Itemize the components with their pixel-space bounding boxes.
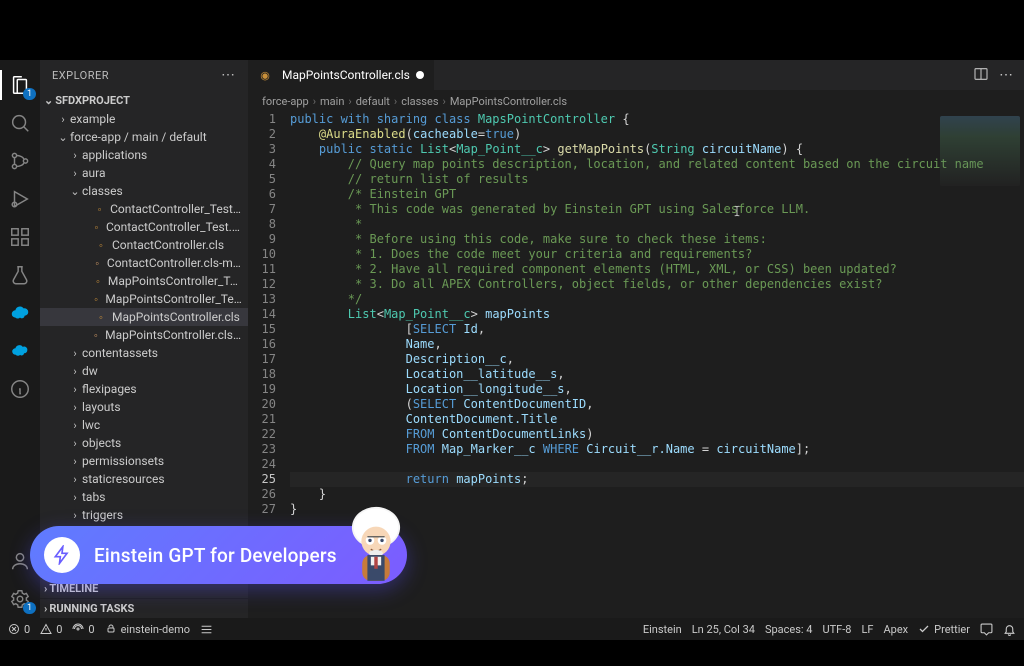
status-warnings[interactable]: 0: [40, 623, 62, 636]
status-einstein[interactable]: Einstein: [643, 623, 682, 636]
tree-file[interactable]: ◦MapPointsController.cls: [40, 308, 248, 326]
activity-testing-icon[interactable]: [0, 256, 40, 294]
tree-file[interactable]: ◦MapPointsController.cls-meta.xml: [40, 326, 248, 344]
tree-folder[interactable]: ⌄force-app / main / default: [40, 128, 248, 146]
breadcrumb-segment[interactable]: force-app: [262, 95, 309, 108]
status-errors[interactable]: 0: [8, 623, 30, 636]
tree-file[interactable]: ◦MapPointsController_Test.cls: [40, 272, 248, 290]
status-feedback-icon[interactable]: [980, 623, 993, 636]
split-editor-icon[interactable]: [973, 66, 989, 85]
tree-folder[interactable]: ›staticresources: [40, 470, 248, 488]
status-ports[interactable]: 0: [72, 623, 94, 636]
minimap[interactable]: [940, 116, 1020, 186]
settings-badge: 1: [23, 602, 36, 614]
sidebar-more-icon[interactable]: ⋯: [221, 67, 236, 83]
activity-info-icon[interactable]: [0, 370, 40, 408]
activity-run-debug-icon[interactable]: [0, 180, 40, 218]
status-indent[interactable]: Spaces: 4: [765, 623, 813, 636]
bolt-icon: [44, 537, 80, 573]
status-menu-icon[interactable]: [200, 623, 213, 636]
activity-explorer-icon[interactable]: 1: [0, 66, 40, 104]
tab-active[interactable]: ◉ MapPointsController.cls: [248, 60, 435, 90]
tree-file[interactable]: ◦ContactController.cls: [40, 236, 248, 254]
tree-folder[interactable]: ›example: [40, 110, 248, 128]
tree-folder[interactable]: ›layouts: [40, 398, 248, 416]
text-cursor-icon: [730, 204, 744, 218]
tree-folder[interactable]: ›contentassets: [40, 344, 248, 362]
tree-folder[interactable]: ›tabs: [40, 488, 248, 506]
activity-bar: 1: [0, 60, 40, 618]
activity-salesforce-icon[interactable]: [0, 294, 40, 332]
activity-search-icon[interactable]: [0, 104, 40, 142]
activity-extensions-icon[interactable]: [0, 218, 40, 256]
breadcrumb-segment[interactable]: default: [356, 95, 390, 108]
activity-settings-icon[interactable]: 1: [0, 580, 40, 618]
status-encoding[interactable]: UTF-8: [822, 623, 851, 636]
tree-folder[interactable]: ›objects: [40, 434, 248, 452]
file-tree: ›example⌄force-app / main / default›appl…: [40, 110, 248, 578]
tree-file[interactable]: ◦ContactController_Test.cls: [40, 200, 248, 218]
project-name: SFDXPROJECT: [55, 94, 130, 107]
tab-bar: ◉ MapPointsController.cls ⋯: [248, 60, 1024, 90]
sidebar-title: EXPLORER: [52, 69, 109, 82]
tree-folder[interactable]: ›dw: [40, 362, 248, 380]
status-language[interactable]: Apex: [884, 623, 909, 636]
tree-folder[interactable]: ›applications: [40, 146, 248, 164]
tree-folder[interactable]: ›permissionsets: [40, 452, 248, 470]
tree-file[interactable]: ◦ContactController.cls-meta.xml: [40, 254, 248, 272]
tree-file[interactable]: ◦ContactController_Test.cls-met…: [40, 218, 248, 236]
status-bar: 0 0 0 einstein-demo Einstein Ln 25, Col …: [0, 618, 1024, 640]
tab-label: MapPointsController.cls: [282, 68, 410, 82]
tree-folder[interactable]: ⌄classes: [40, 182, 248, 200]
breadcrumb-segment[interactable]: classes: [401, 95, 438, 108]
status-cursor-pos[interactable]: Ln 25, Col 34: [692, 623, 755, 636]
dirty-indicator-icon: [416, 71, 424, 79]
apex-file-icon: ◉: [258, 68, 272, 82]
breadcrumbs[interactable]: force-app › main › default › classes › M…: [248, 90, 1024, 112]
status-prettier[interactable]: Prettier: [918, 623, 970, 636]
activity-salesforce-cli-icon[interactable]: [0, 332, 40, 370]
tree-file[interactable]: ◦MapPointsController_Test.cls-m…: [40, 290, 248, 308]
running-tasks-section[interactable]: › RUNNING TASKS: [40, 598, 248, 618]
tree-folder[interactable]: ›aura: [40, 164, 248, 182]
breadcrumb-segment[interactable]: MapPointsController.cls: [450, 95, 567, 108]
tree-folder[interactable]: ›triggers: [40, 506, 248, 524]
tree-folder[interactable]: ›lwc: [40, 416, 248, 434]
breadcrumb-segment[interactable]: main: [320, 95, 344, 108]
tree-folder[interactable]: ›flexipages: [40, 380, 248, 398]
status-bell-icon[interactable]: [1003, 623, 1016, 636]
activity-source-control-icon[interactable]: [0, 142, 40, 180]
sidebar-project-header[interactable]: ⌄ SFDXPROJECT: [40, 90, 248, 110]
einstein-gpt-banner[interactable]: Einstein GPT for Developers: [30, 526, 407, 584]
banner-title: Einstein GPT for Developers: [94, 544, 337, 567]
status-org[interactable]: einstein-demo: [105, 623, 190, 636]
einstein-character-icon: [333, 500, 419, 586]
explorer-badge: 1: [23, 88, 36, 100]
status-eol[interactable]: LF: [861, 623, 873, 636]
editor-more-icon[interactable]: ⋯: [999, 67, 1014, 83]
